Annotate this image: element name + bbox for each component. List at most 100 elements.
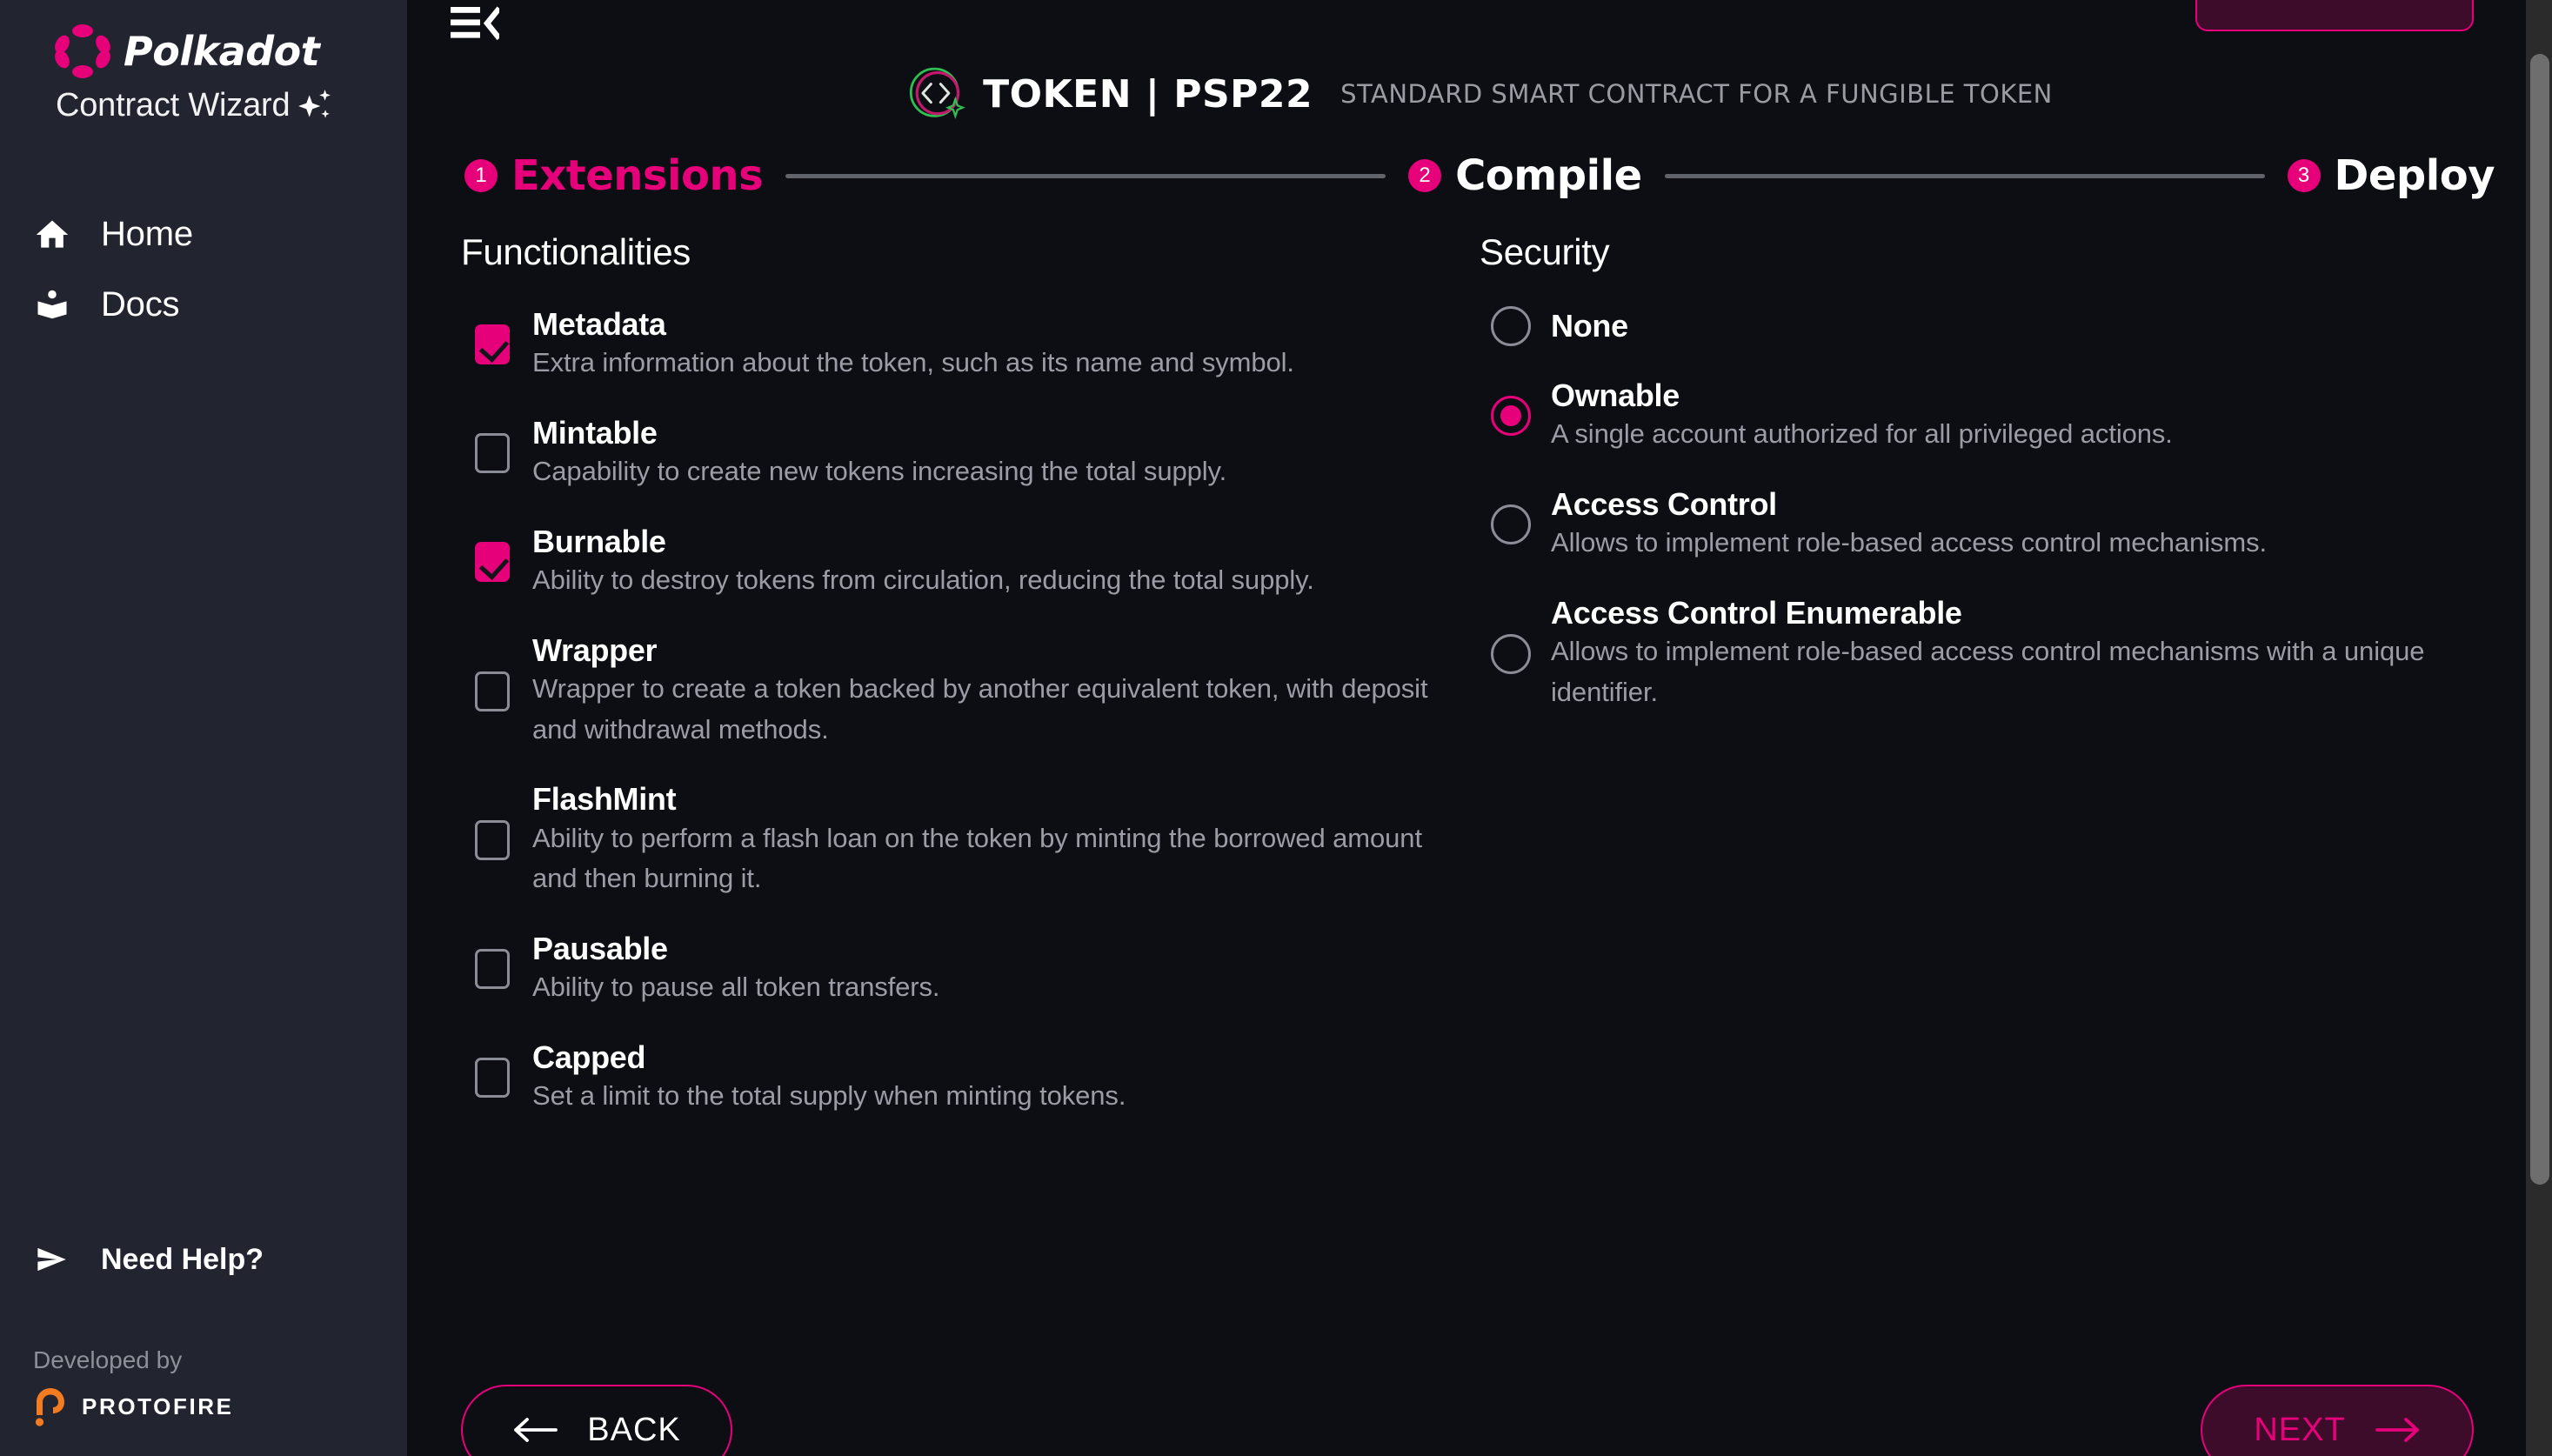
option-pausable[interactable]: Pausable Ability to pause all token tran… — [461, 931, 1445, 1008]
option-security-ownable-desc: A single account authorized for all priv… — [1551, 418, 2173, 450]
radio-access-control[interactable] — [1480, 504, 1542, 545]
brand-row: Polkadot — [51, 23, 407, 80]
protofire-mark-icon — [35, 1388, 64, 1426]
option-capped-title: Capped — [532, 1039, 646, 1075]
sidebar-item-docs-label: Docs — [101, 285, 180, 324]
functionalities-column: Functionalities Metadata Extra informati… — [461, 231, 1480, 1148]
arrow-left-icon — [514, 1418, 558, 1442]
protofire-name: PROTOFIRE — [82, 1393, 234, 1419]
option-burnable-title: Burnable — [532, 523, 666, 559]
back-button-label: BACK — [587, 1411, 681, 1448]
option-security-none-title: None — [1551, 307, 1628, 344]
sparkle-icon — [298, 89, 331, 118]
sidebar-item-home[interactable]: Home — [0, 199, 407, 270]
need-help-label: Need Help? — [101, 1242, 264, 1276]
option-wrapper-desc: Wrapper to create a token backed by anot… — [532, 673, 1428, 745]
sidebar-footer: Need Help? Developed by PROTOFIRE — [0, 1240, 407, 1456]
functionalities-heading: Functionalities — [461, 231, 691, 272]
main-content: CONNECT TOKEN | PSP22 STANDARD SMART CON… — [407, 0, 2552, 1456]
document-title: TOKEN | PSP22 — [983, 71, 1313, 117]
sidebar-item-docs[interactable]: Docs — [0, 270, 407, 340]
option-metadata[interactable]: Metadata Extra information about the tok… — [461, 306, 1445, 384]
option-security-access-control[interactable]: Access Control Allows to implement role-… — [1480, 486, 2463, 564]
option-mintable[interactable]: Mintable Capability to create new tokens… — [461, 415, 1445, 492]
option-flashmint-title: FlashMint — [532, 781, 677, 818]
option-mintable-title: Mintable — [532, 414, 658, 451]
document-title-row: TOKEN | PSP22 STANDARD SMART CONTRACT FO… — [461, 61, 2498, 127]
option-mintable-desc: Capability to create new tokens increasi… — [532, 456, 1227, 487]
brand-block: Polkadot Contract Wizard — [0, 0, 407, 124]
security-heading: Security — [1480, 231, 1610, 272]
connect-wallet-label: CONNECT — [2266, 0, 2404, 6]
option-security-ownable-title: Ownable — [1551, 377, 1680, 413]
option-flashmint-desc: Ability to perform a flash loan on the t… — [532, 822, 1422, 894]
checkbox-wrapper[interactable] — [461, 671, 524, 711]
polkadot-logo-icon — [51, 23, 114, 80]
step-connector-1 — [785, 173, 1386, 178]
option-security-ownable[interactable]: Ownable A single account authorized for … — [1480, 377, 2463, 455]
next-button-label: NEXT — [2254, 1411, 2346, 1448]
step-extensions[interactable]: 1 Extensions — [464, 151, 764, 200]
app-root: Polkadot Contract Wizard Home Docs Need … — [0, 0, 2552, 1456]
checkbox-mintable[interactable] — [461, 433, 524, 474]
menu-open-icon[interactable] — [451, 3, 502, 43]
option-security-access-control-desc: Allows to implement role-based access co… — [1551, 527, 2268, 558]
scrollbar-thumb[interactable] — [2530, 54, 2549, 1185]
option-capped[interactable]: Capped Set a limit to the total supply w… — [461, 1039, 1445, 1117]
send-icon — [33, 1240, 71, 1279]
step-extensions-label: Extensions — [511, 151, 764, 200]
option-security-access-control-enumerable[interactable]: Access Control Enumerable Allows to impl… — [1480, 595, 2463, 712]
option-capped-desc: Set a limit to the total supply when min… — [532, 1080, 1126, 1112]
option-wrapper[interactable]: Wrapper Wrapper to create a token backed… — [461, 632, 1445, 750]
protofire-logo[interactable]: PROTOFIRE — [33, 1386, 407, 1426]
home-icon — [33, 216, 71, 254]
developed-by-label: Developed by — [33, 1346, 183, 1373]
option-security-access-control-title: Access Control — [1551, 485, 1777, 522]
sidebar-item-home-label: Home — [101, 215, 193, 253]
step-deploy-label: Deploy — [2334, 151, 2495, 200]
options-columns: Functionalities Metadata Extra informati… — [461, 231, 2498, 1148]
step-extensions-number: 1 — [464, 159, 498, 192]
back-button[interactable]: BACK — [461, 1385, 732, 1456]
psp22-token-icon — [909, 67, 965, 119]
option-burnable-desc: Ability to destroy tokens from circulati… — [532, 564, 1314, 596]
option-burnable[interactable]: Burnable Ability to destroy tokens from … — [461, 524, 1445, 601]
brand-name: Polkadot — [124, 28, 320, 75]
radio-ownable[interactable] — [1480, 396, 1542, 437]
option-metadata-title: Metadata — [532, 306, 666, 342]
option-security-none[interactable]: None — [1480, 306, 2463, 346]
page-scrollbar[interactable] — [2526, 0, 2552, 1456]
option-security-access-control-enumerable-desc: Allows to implement role-based access co… — [1551, 636, 2425, 707]
arrow-right-icon — [2375, 1418, 2419, 1442]
radio-none[interactable] — [1480, 306, 1542, 346]
radio-access-control-enumerable[interactable] — [1480, 633, 1542, 674]
brand-subtitle: Contract Wizard — [56, 87, 291, 124]
option-flashmint[interactable]: FlashMint Ability to perform a flash loa… — [461, 781, 1445, 898]
book-icon — [33, 286, 71, 324]
security-column: Security None Ownable A single account a… — [1480, 231, 2498, 1148]
sidebar-nav: Home Docs — [0, 199, 407, 340]
step-compile[interactable]: 2 Compile — [1408, 151, 1642, 200]
option-security-access-control-enumerable-title: Access Control Enumerable — [1551, 594, 1962, 631]
checkbox-flashmint[interactable] — [461, 820, 524, 861]
option-pausable-title: Pausable — [532, 930, 668, 966]
checkbox-metadata[interactable] — [461, 324, 524, 365]
topbar: CONNECT — [451, 0, 2498, 54]
option-pausable-desc: Ability to pause all token transfers. — [532, 972, 940, 1003]
wizard-footer: BACK NEXT — [461, 1352, 2474, 1456]
need-help-button[interactable]: Need Help? — [33, 1240, 407, 1279]
document-subtitle: STANDARD SMART CONTRACT FOR A FUNGIBLE T… — [1340, 79, 2053, 109]
step-compile-number: 2 — [1408, 159, 1442, 192]
step-compile-label: Compile — [1455, 151, 1642, 200]
wizard-stepper: 1 Extensions 2 Compile 3 Deploy — [461, 151, 2498, 200]
next-button[interactable]: NEXT — [2201, 1385, 2474, 1456]
checkbox-pausable[interactable] — [461, 949, 524, 990]
step-deploy[interactable]: 3 Deploy — [2287, 151, 2495, 200]
option-wrapper-title: Wrapper — [532, 631, 658, 668]
connect-wallet-button[interactable]: CONNECT — [2195, 0, 2474, 31]
checkbox-capped[interactable] — [461, 1058, 524, 1099]
step-deploy-number: 3 — [2287, 159, 2321, 192]
brand-subtitle-row: Contract Wizard — [56, 87, 407, 124]
checkbox-burnable[interactable] — [461, 542, 524, 583]
step-connector-2 — [1664, 173, 2265, 178]
